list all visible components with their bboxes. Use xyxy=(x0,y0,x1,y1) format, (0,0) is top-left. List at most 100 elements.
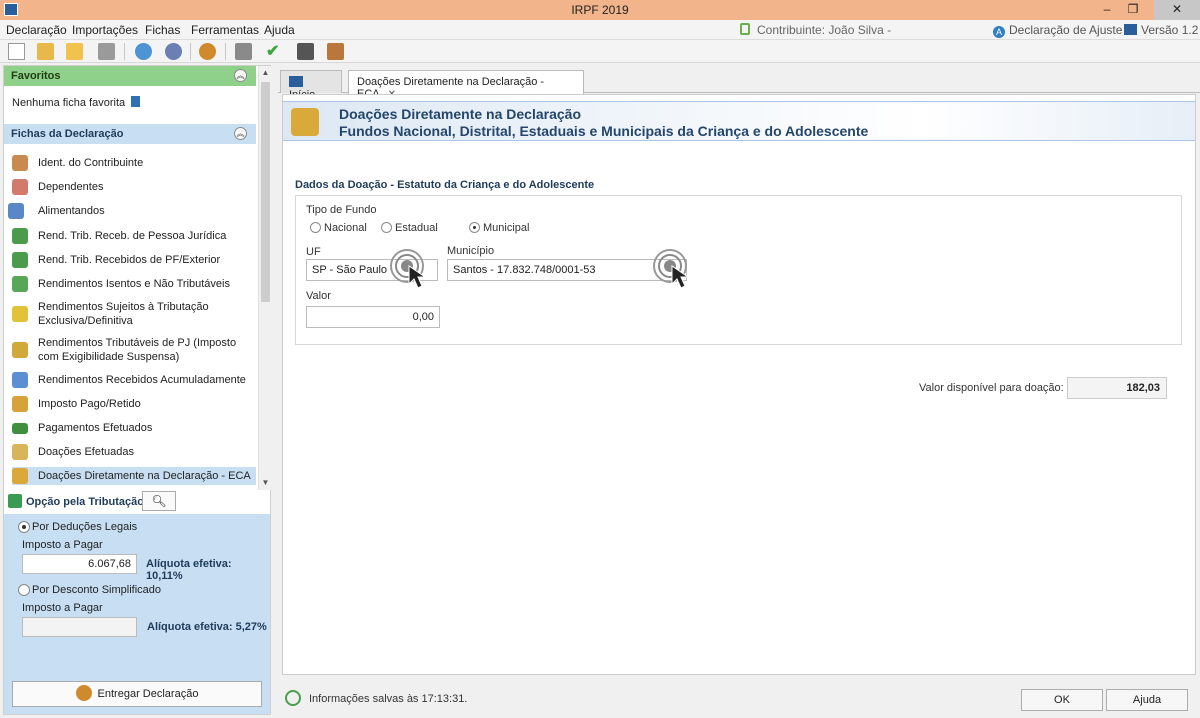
bookmark-icon xyxy=(131,96,141,107)
sidebar-item-label: Rendimentos Recebidos Acumuladamente xyxy=(38,374,246,386)
estadual-label[interactable]: Estadual xyxy=(395,222,438,234)
sidebar-item-ident-contribuinte[interactable]: Ident. do Contribuinte xyxy=(12,155,256,171)
scroll-thumb[interactable] xyxy=(261,82,270,302)
nacional-radio[interactable] xyxy=(310,222,321,233)
tab-doacoes-eca[interactable]: Doações Diretamente na Declaração - ECA✕ xyxy=(348,70,584,100)
municipal-label[interactable]: Municipal xyxy=(483,222,529,234)
click-indicator-icon xyxy=(653,249,690,289)
sidebar-item-doacoes[interactable]: Doações Efetuadas xyxy=(12,444,256,460)
declaracao-ajuste-link[interactable]: A Declaração de Ajuste xyxy=(993,23,1122,38)
sidebar-item-label: Ident. do Contribuinte xyxy=(38,157,144,169)
favoritos-empty: Nenhuma ficha favorita xyxy=(12,96,141,109)
sidebar-item-rend-pj[interactable]: Rend. Trib. Receb. de Pessoa Jurídica xyxy=(12,228,256,244)
calculator-icon[interactable] xyxy=(297,43,314,60)
collapse-icon[interactable]: ︽ xyxy=(234,127,247,140)
sidebar-item-label: Doações Diretamente na Declaração - ECA xyxy=(38,470,251,482)
click-indicator-icon xyxy=(390,249,427,289)
warning-doc-icon xyxy=(12,306,28,322)
status-bar: Informações salvas às 17:13:31. OK Ajuda xyxy=(282,682,1196,716)
opcao-tributacao-bar: Opção pela Tributação: 🔍︎ xyxy=(4,490,270,514)
menu-declaracao[interactable]: Declaração xyxy=(6,23,67,37)
fichas-header[interactable]: Fichas da Declaração ︽ xyxy=(4,124,256,144)
page-title: Doações Diretamente na Declaração xyxy=(339,106,581,122)
sidebar-item-imposto-pago[interactable]: Imposto Pago/Retido xyxy=(12,396,256,412)
donation-doc-icon xyxy=(12,444,28,460)
sidebar-item-alimentandos[interactable]: Alimentandos xyxy=(8,203,256,219)
sidebar-item-label: Alimentandos xyxy=(38,205,105,217)
tab-inicio[interactable]: Início xyxy=(280,70,342,101)
favoritos-header[interactable]: Favoritos ︽ xyxy=(4,66,256,86)
money-arrow-icon xyxy=(12,228,28,244)
valor-field[interactable]: 0,00 xyxy=(306,306,440,328)
entregar-declaracao-button[interactable]: Entregar Declaração xyxy=(12,681,262,707)
globe-arrow-icon[interactable] xyxy=(165,43,182,60)
open-folder-icon[interactable] xyxy=(37,43,54,60)
scroll-down-icon[interactable]: ▼ xyxy=(259,476,272,489)
sidebar-item-rend-acumulados[interactable]: Rendimentos Recebidos Acumuladamente xyxy=(12,372,256,388)
search-button[interactable]: 🔍︎ xyxy=(142,491,176,511)
sidebar-item-label: Rendimentos Sujeitos à Tributação Exclus… xyxy=(38,301,209,327)
municipio-field[interactable]: Santos - 17.832.748/0001-53 xyxy=(447,259,687,281)
municipal-radio[interactable] xyxy=(469,222,480,233)
sidebar-item-rend-suspensa[interactable]: Rendimentos Tributáveis de PJ (Imposto c… xyxy=(12,335,256,365)
page-subtitle: Fundos Nacional, Distrital, Estaduais e … xyxy=(339,123,869,139)
ajuda-button[interactable]: Ajuda xyxy=(1106,689,1188,711)
new-document-icon[interactable] xyxy=(8,43,25,60)
refresh-doc-icon xyxy=(12,372,28,388)
menu-importacoes[interactable]: Importações xyxy=(72,23,138,37)
nacional-label[interactable]: Nacional xyxy=(324,222,367,234)
folder-icon[interactable] xyxy=(66,43,83,60)
close-button[interactable]: ✕ xyxy=(1154,0,1200,20)
home-icon xyxy=(289,76,303,87)
eca-icon xyxy=(12,468,28,484)
aliquota-simplificado: Alíquota efetiva: 5,27% xyxy=(147,621,267,633)
info-icon: A xyxy=(993,26,1005,38)
valor-disponivel-value: 182,03 xyxy=(1067,377,1167,399)
check-icon[interactable]: ✔ xyxy=(266,43,283,60)
imposto-pagar-label: Imposto a Pagar xyxy=(22,602,103,614)
sidebar-item-rend-isentos[interactable]: Rendimentos Isentos e Não Tributáveis xyxy=(12,276,256,292)
contribuinte-label: Contribuinte: João Silva - xyxy=(757,23,892,37)
search-icon: 🔍︎ xyxy=(151,494,167,508)
sidebar-item-doacoes-eca[interactable]: Doações Diretamente na Declaração - ECA xyxy=(12,467,256,485)
toolbar-separator xyxy=(190,43,191,60)
restore-button[interactable]: ❐ xyxy=(1120,0,1146,20)
deducoes-radio[interactable] xyxy=(18,521,30,533)
window-title: IRPF 2019 xyxy=(571,3,629,17)
send-globe-icon[interactable] xyxy=(199,43,216,60)
sidebar-item-rend-exclusiva[interactable]: Rendimentos Sujeitos à Tributação Exclus… xyxy=(12,299,256,329)
scroll-up-icon[interactable]: ▲ xyxy=(259,66,272,79)
ok-button[interactable]: OK xyxy=(1021,689,1103,711)
favoritos-empty-text: Nenhuma ficha favorita xyxy=(12,97,126,109)
card-icon xyxy=(12,423,28,434)
print-icon[interactable] xyxy=(235,43,252,60)
collapse-icon[interactable]: ︽ xyxy=(234,69,247,82)
menu-ajuda[interactable]: Ajuda xyxy=(264,23,295,37)
trash-icon[interactable] xyxy=(98,43,115,60)
dados-doacao-group: Tipo de Fundo Nacional Estadual Municipa… xyxy=(295,195,1182,345)
sidebar-item-label: Rend. Trib. Receb. de Pessoa Jurídica xyxy=(38,230,227,242)
estadual-radio[interactable] xyxy=(381,222,392,233)
simplificado-label[interactable]: Por Desconto Simplificado xyxy=(32,584,161,596)
simplificado-radio[interactable] xyxy=(18,584,30,596)
menu-fichas[interactable]: Fichas xyxy=(145,23,180,37)
sidebar-item-rend-pf[interactable]: Rend. Trib. Recebidos de PF/Exterior xyxy=(12,252,256,268)
municipio-label: Município xyxy=(447,245,495,257)
favoritos-title: Favoritos xyxy=(11,70,61,82)
globe-icon[interactable] xyxy=(135,43,152,60)
check-doc-icon xyxy=(12,276,28,292)
minimize-button[interactable]: – xyxy=(1094,0,1120,20)
book-icon[interactable] xyxy=(327,43,344,60)
sidebar-item-pagamentos[interactable]: Pagamentos Efetuados xyxy=(12,420,256,436)
sidebar-item-label: Rend. Trib. Recebidos de PF/Exterior xyxy=(38,254,221,266)
sidebar-item-dependentes[interactable]: Dependentes xyxy=(12,179,256,195)
deducoes-label[interactable]: Por Deduções Legais xyxy=(32,521,137,533)
saved-check-icon xyxy=(285,690,301,706)
menu-ferramentas[interactable]: Ferramentas xyxy=(191,23,259,37)
uf-label: UF xyxy=(306,246,321,258)
sidebar-scrollbar[interactable]: ▲ ▼ xyxy=(258,66,271,490)
toolbar: ✔ xyxy=(0,40,1200,63)
versao-link[interactable]: Versão 1.2 xyxy=(1124,23,1198,37)
page-banner: Doações Diretamente na Declaração Fundos… xyxy=(283,101,1195,141)
left-panel: Favoritos ︽ Nenhuma ficha favorita Ficha… xyxy=(3,65,271,715)
